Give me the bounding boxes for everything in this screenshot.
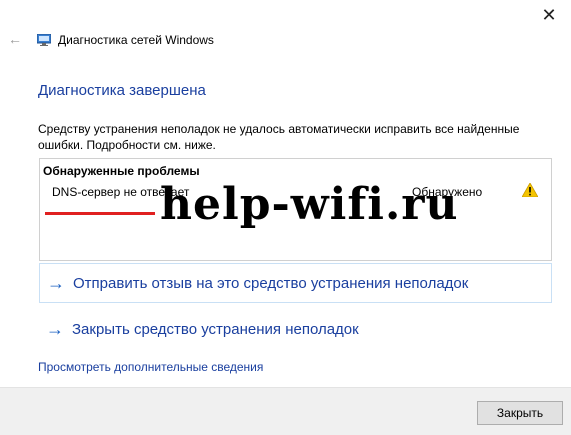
description-text: Средству устранения неполадок не удалось… — [38, 122, 520, 152]
back-button[interactable]: ← — [8, 32, 22, 46]
diagnostics-window: ✕ ← Диагностика сетей Windows Диагностик… — [0, 0, 571, 435]
page-title: Диагностика завершена — [38, 82, 206, 99]
warning-icon — [522, 183, 538, 197]
problems-panel: Обнаруженные проблемы DNS-сервер не отве… — [39, 158, 552, 261]
title-bar: ✕ ← Диагностика сетей Windows — [0, 0, 571, 63]
send-feedback-label: Отправить отзыв на это средство устранен… — [73, 274, 469, 292]
footer-bar: Закрыть — [0, 387, 571, 435]
close-button[interactable]: Закрыть — [477, 401, 563, 425]
close-window-button[interactable]: ✕ — [527, 0, 571, 30]
arrow-right-icon: → — [47, 273, 65, 293]
close-icon: ✕ — [541, 4, 557, 25]
problems-header: Обнаруженные проблемы — [43, 164, 200, 178]
view-details-link[interactable]: Просмотреть дополнительные сведения — [38, 360, 263, 374]
send-feedback-link[interactable]: → Отправить отзыв на это средство устран… — [39, 263, 552, 303]
close-troubleshooter-label: Закрыть средство устранения неполадок — [72, 320, 359, 338]
arrow-left-icon: ← — [8, 31, 22, 47]
window-title: Диагностика сетей Windows — [58, 33, 214, 47]
red-underline-annotation — [45, 212, 155, 215]
network-diagnostics-icon — [37, 34, 51, 46]
arrow-right-icon: → — [46, 319, 64, 339]
close-troubleshooter-link[interactable]: → Закрыть средство устранения неполадок — [39, 310, 550, 348]
watermark-text: help-wifi.ru — [160, 179, 459, 230]
